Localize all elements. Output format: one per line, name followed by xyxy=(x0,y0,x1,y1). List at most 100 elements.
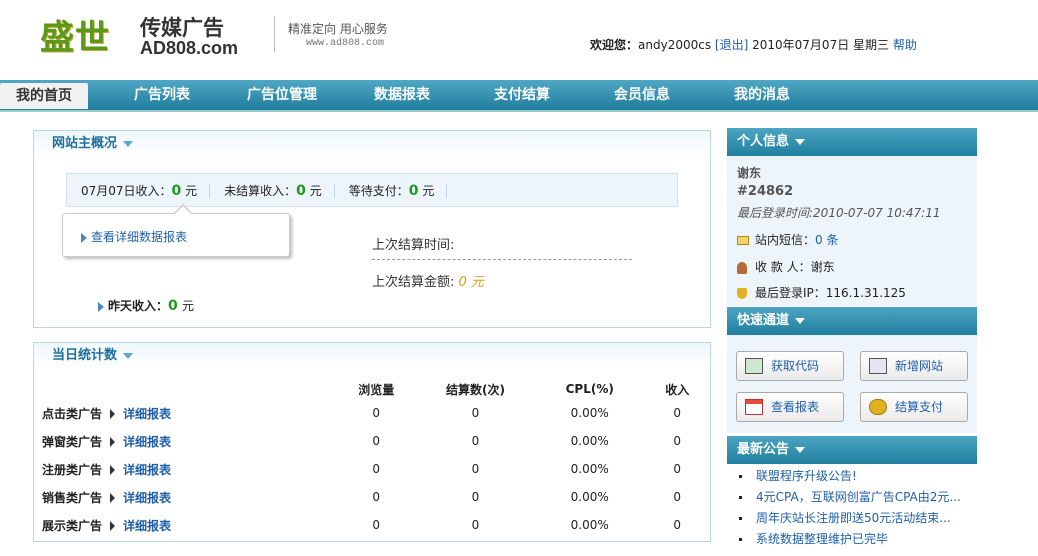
notice-link[interactable]: 周年庆站长注册即送50元活动结束... xyxy=(756,511,951,525)
pending-label: 等待支付： xyxy=(348,183,409,198)
monitor-icon xyxy=(745,358,763,374)
user-icon xyxy=(737,261,747,274)
view-detail-report-label: 查看详细数据报表 xyxy=(91,230,188,244)
slogan: 精准定向 用心服务 xyxy=(288,22,388,36)
income: 0 xyxy=(673,434,682,448)
payee-label: 收 款 人： xyxy=(755,260,811,274)
current-date: 2010年07月07日 星期三 xyxy=(752,38,890,52)
last-ip-value: 116.1.31.125 xyxy=(825,286,906,300)
cpl: 0.00% xyxy=(570,434,609,448)
main-nav: 我的首页 广告列表 广告位管理 数据报表 支付结算 会员信息 我的消息 xyxy=(0,80,1038,112)
views: 0 xyxy=(372,406,381,420)
triangle-right-icon xyxy=(110,493,116,503)
daily-stats-table: 浏览量 结算数(次) CPL(%) 收入 点击类广告 详细报表 0 0 0.00%… xyxy=(42,379,710,539)
last-settle-amount-value: 0 元 xyxy=(458,275,484,290)
nav-messages[interactable]: 我的消息 xyxy=(718,80,806,110)
view-report-button[interactable]: 查看报表 xyxy=(736,392,844,422)
nav-payment[interactable]: 支付结算 xyxy=(478,80,566,110)
inbox-row: 站内短信：0 条 xyxy=(737,231,838,248)
logout-link[interactable]: [退出] xyxy=(715,38,748,52)
personal-info-title[interactable]: 个人信息 xyxy=(727,128,977,156)
inbox-label: 站内短信： xyxy=(755,233,816,247)
overview-panel: 网站主概况 07月07日收入：0 元未结算收入：0 元等待支付：0 元 查看详细… xyxy=(33,130,711,328)
notice-link[interactable]: 4元CPA，互联网创富广告CPA由2元... xyxy=(756,490,961,504)
popup-arrow-inner xyxy=(174,206,192,215)
row-name: 销售类广告 详细报表 xyxy=(42,483,337,511)
list-item: 系统数据整理维护已完毕 xyxy=(727,529,977,550)
add-site-button[interactable]: 新增网站 xyxy=(860,351,968,381)
triangle-right-icon xyxy=(110,409,116,419)
last-ip-label: 最后登录IP： xyxy=(755,286,826,300)
quick-access-title[interactable]: 快速通道 xyxy=(727,307,977,335)
settle-count: 0 xyxy=(471,490,480,504)
col-header: CPL(%) xyxy=(565,382,614,396)
get-code-label: 获取代码 xyxy=(771,359,820,373)
yesterday-value: 0 xyxy=(168,298,178,314)
col-header: 浏览量 xyxy=(358,382,395,397)
views: 0 xyxy=(372,518,381,532)
nav-reports[interactable]: 数据报表 xyxy=(358,80,446,110)
help-link[interactable]: 帮助 xyxy=(893,38,917,52)
cpl: 0.00% xyxy=(570,406,609,420)
col-header: 结算数(次) xyxy=(445,382,505,397)
income-bar: 07月07日收入：0 元未结算收入：0 元等待支付：0 元 xyxy=(66,173,678,207)
get-code-button[interactable]: 获取代码 xyxy=(736,351,844,381)
triangle-right-icon xyxy=(81,232,87,243)
nav-ad-list[interactable]: 广告列表 xyxy=(118,80,206,110)
row-name: 展示类广告 详细报表 xyxy=(42,511,337,539)
report-icon xyxy=(745,399,763,415)
col-header xyxy=(42,379,337,399)
table-row: 注册类广告 详细报表 0 0 0.00% 0 xyxy=(42,455,710,483)
settle-pay-button[interactable]: 结算支付 xyxy=(860,392,968,422)
unsettled-income: 未结算收入：0 元 xyxy=(210,183,335,198)
last-settle-time-label: 上次结算时间: xyxy=(372,238,455,253)
daily-title[interactable]: 当日统计数 xyxy=(34,343,710,369)
bullet-icon xyxy=(739,496,742,499)
logo[interactable]: 盛世 传媒广告 AD808.com xyxy=(40,10,250,60)
user-id: #24862 xyxy=(737,184,794,199)
views: 0 xyxy=(372,462,381,476)
notice-panel: 最新公告 联盟程序升级公告! 4元CPA，互联网创富广告CPA由2元... 周年… xyxy=(727,436,977,546)
detail-report-link[interactable]: 详细报表 xyxy=(123,407,171,421)
yesterday-income: 昨天收入：0 元 xyxy=(98,297,194,314)
notice-title-text: 最新公告 xyxy=(737,442,790,457)
views: 0 xyxy=(372,490,381,504)
inbox-count-link[interactable]: 0 条 xyxy=(815,233,838,247)
detail-report-link[interactable]: 详细报表 xyxy=(123,519,171,533)
header: 盛世 传媒广告 AD808.com 精准定向 用心服务 www.ad808.co… xyxy=(0,0,1038,80)
detail-report-link[interactable]: 详细报表 xyxy=(123,435,171,449)
nav-home[interactable]: 我的首页 xyxy=(0,83,88,109)
table-header-row: 浏览量 结算数(次) CPL(%) 收入 xyxy=(42,379,710,399)
slogan-url: www.ad808.com xyxy=(306,38,385,49)
col-header: 收入 xyxy=(665,382,690,397)
user-bar: 欢迎您：andy2000cs [退出] 2010年07月07日 星期三 帮助 xyxy=(590,36,917,53)
nav-adspace[interactable]: 广告位管理 xyxy=(232,80,332,110)
nav-member[interactable]: 会员信息 xyxy=(598,80,686,110)
add-site-label: 新增网站 xyxy=(895,359,944,373)
overview-title[interactable]: 网站主概况 xyxy=(34,131,710,157)
overview-title-text: 网站主概况 xyxy=(52,136,118,151)
notice-title[interactable]: 最新公告 xyxy=(727,436,977,464)
detail-report-link[interactable]: 详细报表 xyxy=(123,491,171,505)
personal-info-title-text: 个人信息 xyxy=(737,134,790,149)
notice-link[interactable]: 联盟程序升级公告! xyxy=(756,469,857,483)
chevron-down-icon xyxy=(123,140,134,147)
settle-pay-label: 结算支付 xyxy=(895,400,944,414)
last-ip-row: 最后登录IP：116.1.31.125 xyxy=(737,284,906,301)
username: andy2000cs xyxy=(638,38,712,52)
daily-stats-panel: 当日统计数 浏览量 结算数(次) CPL(%) 收入 点击类广告 详细报表 0 0… xyxy=(33,342,711,542)
bullet-icon xyxy=(739,538,742,541)
trophy-icon xyxy=(737,288,747,299)
notice-link[interactable]: 系统数据整理维护已完毕 xyxy=(756,532,888,546)
envelope-icon xyxy=(737,236,749,245)
quick-access-panel: 快速通道 获取代码 新增网站 查看报表 结算支付 xyxy=(727,307,977,433)
settle-count: 0 xyxy=(471,462,480,476)
cpl: 0.00% xyxy=(570,462,609,476)
personal-info-panel: 个人信息 谢东 #24862 最后登录时间:2010-07-07 10:47:1… xyxy=(727,128,977,306)
income: 0 xyxy=(673,406,682,420)
table-row: 弹窗类广告 详细报表 0 0 0.00% 0 xyxy=(42,427,710,455)
view-detail-report-link[interactable]: 查看详细数据报表 xyxy=(81,228,187,245)
payee-value: 谢东 xyxy=(810,260,835,274)
detail-report-link[interactable]: 详细报表 xyxy=(123,463,171,477)
settle-count: 0 xyxy=(471,406,480,420)
